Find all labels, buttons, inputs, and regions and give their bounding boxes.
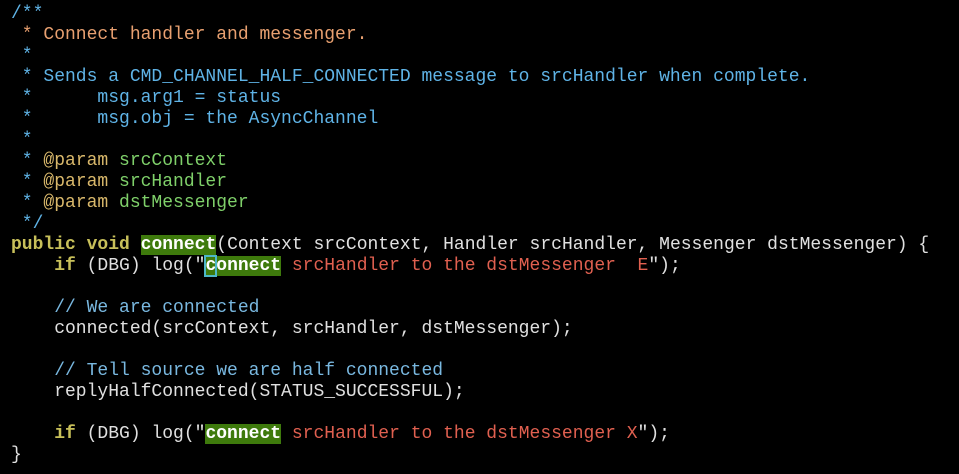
line-comment: // We are connected: [11, 298, 260, 318]
keyword: public: [11, 235, 76, 255]
code-line: public void connect(Context srcContext, …: [0, 235, 959, 256]
comment-text: * Sends a CMD_CHANNEL_HALF_CONNECTED mes…: [11, 67, 811, 87]
comment-text: *: [11, 193, 44, 213]
comment-text: *: [11, 151, 44, 171]
javadoc-tag: @param: [43, 151, 109, 171]
comment-text: /**: [11, 4, 44, 24]
comment-text: * msg.obj = the AsyncChannel: [11, 109, 379, 129]
text-cursor[interactable]: c: [204, 255, 218, 277]
code-line: * @param srcHandler: [0, 172, 959, 193]
comment-text: *: [11, 46, 33, 66]
code-line: // We are connected: [0, 298, 959, 319]
search-highlight[interactable]: connect: [140, 235, 217, 255]
code-line: * Sends a CMD_CHANNEL_HALF_CONNECTED mes…: [0, 67, 959, 88]
code-editor[interactable]: /** * Connect handler and messenger. * *…: [0, 0, 959, 474]
comment-text: *: [11, 130, 33, 150]
code-text: (DBG) log(": [75, 256, 206, 276]
search-highlight[interactable]: connect: [205, 424, 282, 444]
code-text: connected(srcContext, srcHandler, dstMes…: [11, 319, 573, 339]
code-line: }: [0, 445, 959, 466]
code-line: * @param dstMessenger: [0, 193, 959, 214]
code-line: replyHalfConnected(STATUS_SUCCESSFUL);: [0, 382, 959, 403]
search-highlight[interactable]: onnect: [216, 256, 282, 276]
comment-text: *: [11, 172, 44, 192]
code-line: *: [0, 46, 959, 67]
code-text: ");: [648, 256, 681, 276]
javadoc-tag: @param: [43, 193, 109, 213]
code-line: *: [0, 130, 959, 151]
keyword: void: [86, 235, 130, 255]
line-comment: // Tell source we are half connected: [11, 361, 444, 381]
code-text: replyHalfConnected(STATUS_SUCCESSFUL);: [11, 382, 465, 402]
javadoc-param-name: srcHandler: [108, 172, 228, 192]
code-line: * msg.obj = the AsyncChannel: [0, 109, 959, 130]
method-signature: (Context srcContext, Handler srcHandler,…: [216, 235, 930, 255]
code-line: * msg.arg1 = status: [0, 88, 959, 109]
code-text: }: [11, 445, 22, 465]
code-line: connected(srcContext, srcHandler, dstMes…: [0, 319, 959, 340]
code-line: if (DBG) log("connect srcHandler to the …: [0, 424, 959, 445]
keyword: if: [54, 424, 76, 444]
code-text: (DBG) log(": [75, 424, 206, 444]
code-line: * @param srcContext: [0, 151, 959, 172]
code-line: */: [0, 214, 959, 235]
code-line: * Connect handler and messenger.: [0, 25, 959, 46]
javadoc-param-name: srcContext: [108, 151, 228, 171]
javadoc-param-name: dstMessenger: [108, 193, 249, 213]
code-text: ");: [637, 424, 670, 444]
code-line: if (DBG) log("connect srcHandler to the …: [0, 255, 959, 277]
keyword: if: [54, 256, 76, 276]
comment-text: * msg.arg1 = status: [11, 88, 282, 108]
string-literal: srcHandler to the dstMessenger E: [281, 256, 649, 276]
comment-summary: * Connect handler and messenger.: [11, 25, 368, 45]
code-line: /**: [0, 4, 959, 25]
code-line: // Tell source we are half connected: [0, 361, 959, 382]
string-literal: srcHandler to the dstMessenger X: [281, 424, 638, 444]
comment-text: */: [11, 214, 44, 234]
javadoc-tag: @param: [43, 172, 109, 192]
